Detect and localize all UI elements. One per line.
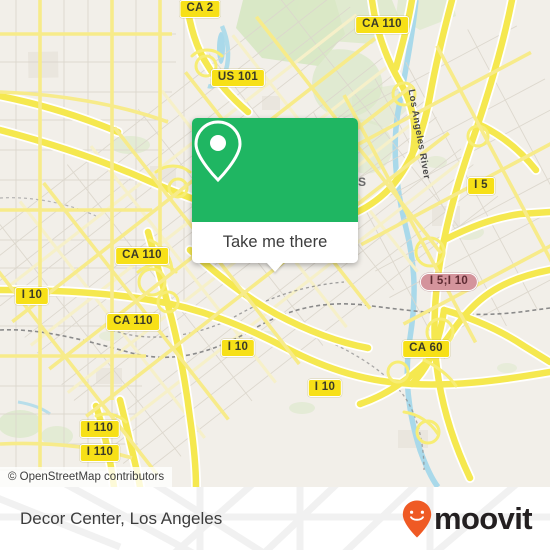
shield-ca-110-south[interactable]: CA 110 xyxy=(106,313,160,331)
place-title: Decor Center, Los Angeles xyxy=(20,508,223,528)
moovit-pin-icon xyxy=(402,500,432,537)
shield-i-10-west[interactable]: I 10 xyxy=(14,287,50,305)
shield-ca-2[interactable]: CA 2 xyxy=(179,0,221,18)
osm-attribution-text: © OpenStreetMap contributors xyxy=(8,471,165,483)
moovit-brand[interactable]: moovit xyxy=(402,500,533,538)
shield-ca-110-north[interactable]: CA 110 xyxy=(355,16,409,34)
moovit-map-screen: Los Angeles River S CA 2 CA 110 US 101 I… xyxy=(0,0,550,550)
shield-i-10-east[interactable]: I 10 xyxy=(307,379,343,397)
map-canvas[interactable]: Los Angeles River S CA 2 CA 110 US 101 I… xyxy=(0,0,550,487)
shield-ca-110-mid[interactable]: CA 110 xyxy=(115,247,169,265)
shield-i-110-upper[interactable]: I 110 xyxy=(79,420,121,438)
place-popup-card[interactable]: Take me there xyxy=(192,118,358,272)
shield-i-5-i-10[interactable]: I 5;I 10 xyxy=(419,273,479,291)
shield-us-101[interactable]: US 101 xyxy=(210,69,266,87)
shield-i-10-center[interactable]: I 10 xyxy=(220,339,256,357)
shield-i-110-lower[interactable]: I 110 xyxy=(79,444,121,462)
moovit-wordmark: moovit xyxy=(433,501,533,536)
location-pin-icon xyxy=(194,120,242,183)
osm-attribution[interactable]: © OpenStreetMap contributors xyxy=(0,467,173,487)
popup-pointer xyxy=(266,262,284,272)
map-label-s: S xyxy=(357,175,367,189)
popup-footer[interactable]: Take me there xyxy=(192,222,358,272)
footer-bar: Decor Center, Los Angeles moovit xyxy=(0,487,550,550)
shield-i-5[interactable]: I 5 xyxy=(467,177,495,195)
shield-ca-60[interactable]: CA 60 xyxy=(402,340,450,358)
take-me-there-label: Take me there xyxy=(222,233,328,251)
popup-header xyxy=(192,118,358,222)
